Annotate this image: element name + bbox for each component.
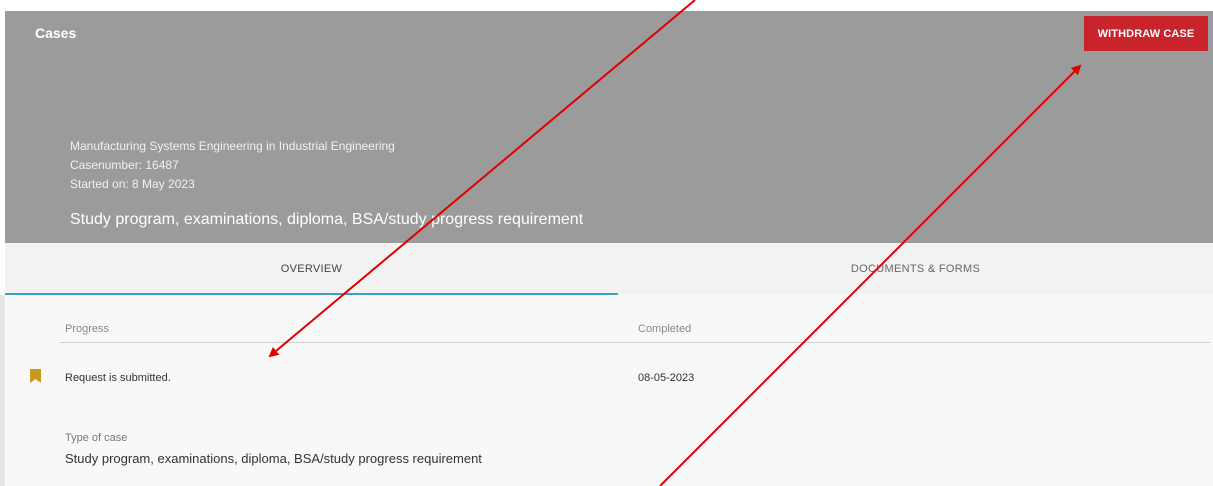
page-title: Cases bbox=[35, 25, 77, 41]
case-type-label: Type of case bbox=[65, 432, 128, 444]
case-subject: Study program, examinations, diploma, BS… bbox=[70, 211, 584, 228]
progress-completed-date: 08-05-2023 bbox=[638, 372, 695, 384]
progress-step: Request is submitted. bbox=[65, 372, 171, 384]
header-divider bbox=[60, 342, 1210, 343]
tab-bar: OVERVIEW DOCUMENTS & FORMS bbox=[5, 243, 1213, 295]
overview-panel: Progress Completed Request is submitted.… bbox=[5, 295, 1213, 486]
case-started-on: Started on: 8 May 2023 bbox=[70, 177, 195, 191]
tab-overview[interactable]: OVERVIEW bbox=[5, 243, 618, 295]
case-header: Cases WITHDRAW CASE bbox=[5, 11, 1213, 243]
bookmark-icon bbox=[30, 369, 41, 383]
completed-column-header: Completed bbox=[638, 323, 692, 335]
case-program: Manufacturing Systems Engineering in Ind… bbox=[70, 139, 395, 153]
tab-documents-forms[interactable]: DOCUMENTS & FORMS bbox=[618, 243, 1213, 295]
progress-column-header: Progress bbox=[65, 323, 110, 335]
case-type-value: Study program, examinations, diploma, BS… bbox=[65, 451, 482, 466]
case-number: Casenumber: 16487 bbox=[70, 158, 179, 172]
withdraw-case-button[interactable]: WITHDRAW CASE bbox=[1084, 16, 1208, 51]
